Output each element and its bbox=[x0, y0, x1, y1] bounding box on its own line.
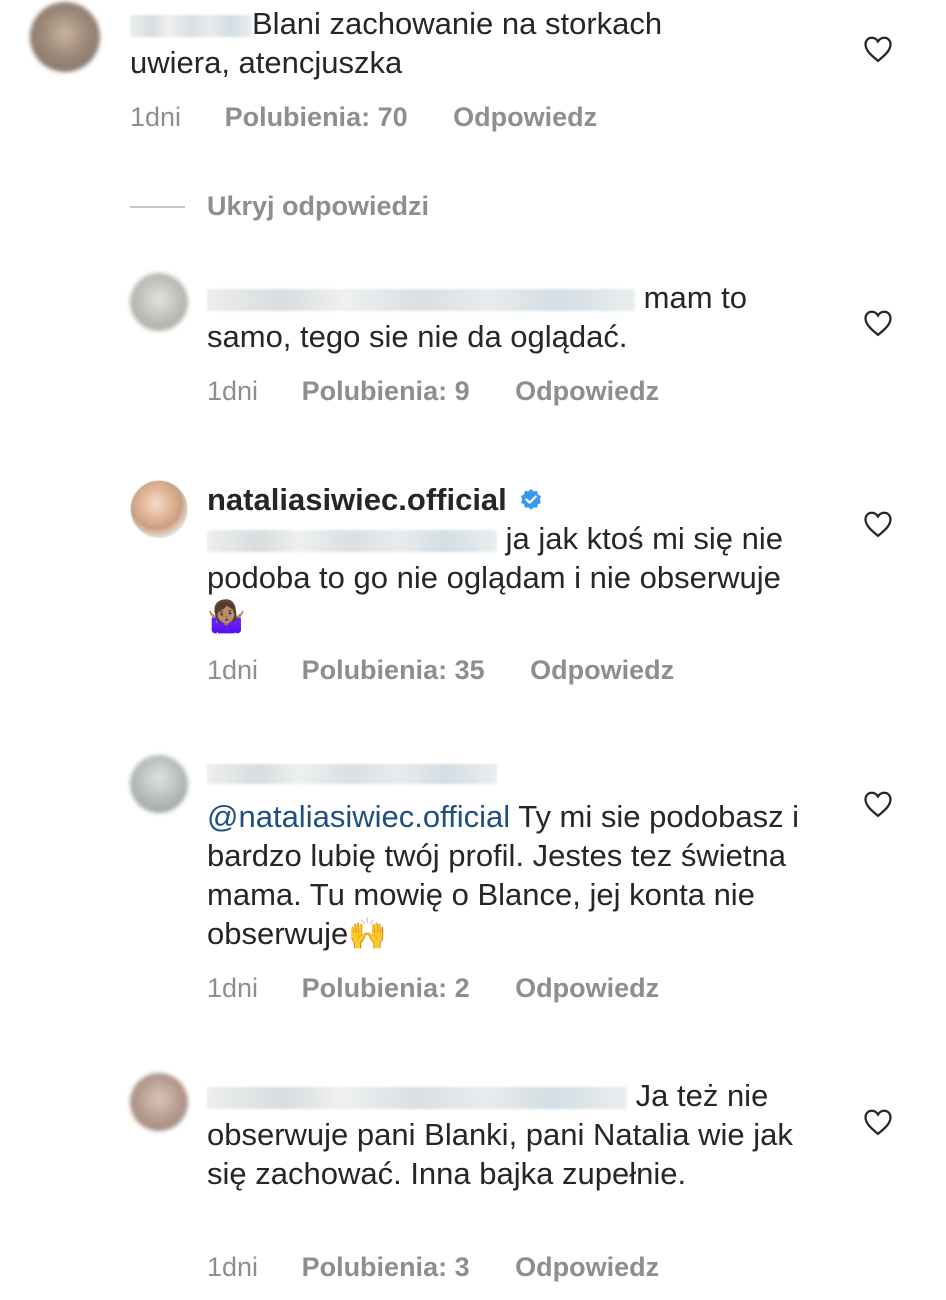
likes-count[interactable]: Polubienia: 3 bbox=[302, 1252, 470, 1282]
mention-link[interactable]: @nataliasiwiec.official bbox=[207, 799, 510, 834]
avatar[interactable] bbox=[130, 1073, 188, 1131]
reply-button[interactable]: Odpowiedz bbox=[515, 1252, 659, 1282]
heart-icon[interactable] bbox=[863, 35, 893, 63]
hide-replies-label[interactable]: Ukryj odpowiedzi bbox=[207, 191, 429, 222]
blurred-username[interactable] bbox=[130, 15, 252, 37]
likes-count[interactable]: Polubienia: 35 bbox=[302, 655, 485, 685]
blurred-username[interactable] bbox=[207, 764, 497, 784]
comment-meta: 1dni Polubienia: 70 Odpowiedz bbox=[130, 102, 597, 133]
comment-time: 1dni bbox=[207, 655, 259, 685]
verified-badge-icon bbox=[521, 489, 542, 510]
likes-count[interactable]: Polubienia: 9 bbox=[302, 376, 470, 406]
comment-meta: 1dni Polubienia: 9 Odpowiedz bbox=[207, 376, 659, 407]
comment-body: nataliasiwiec.official ja jak ktoś mi si… bbox=[207, 480, 807, 636]
comment-time: 1dni bbox=[207, 1252, 259, 1282]
blurred-username[interactable] bbox=[207, 1087, 627, 1109]
reply-button[interactable]: Odpowiedz bbox=[515, 376, 659, 406]
comment-body bbox=[207, 764, 807, 786]
heart-icon[interactable] bbox=[863, 309, 893, 337]
reply-button[interactable]: Odpowiedz bbox=[530, 655, 674, 685]
comment-meta: 1dni Polubienia: 3 Odpowiedz bbox=[207, 1252, 659, 1283]
divider-line bbox=[130, 206, 185, 208]
reply-button[interactable]: Odpowiedz bbox=[453, 102, 597, 132]
avatar[interactable] bbox=[30, 2, 100, 72]
heart-icon[interactable] bbox=[863, 790, 893, 818]
avatar[interactable] bbox=[130, 480, 188, 538]
avatar[interactable] bbox=[130, 273, 188, 331]
reply-button[interactable]: Odpowiedz bbox=[515, 973, 659, 1003]
comment-meta: 1dni Polubienia: 35 Odpowiedz bbox=[207, 655, 674, 686]
comment-time: 1dni bbox=[207, 973, 259, 1003]
likes-count[interactable]: Polubienia: 70 bbox=[225, 102, 408, 132]
likes-count[interactable]: Polubienia: 2 bbox=[302, 973, 470, 1003]
heart-icon[interactable] bbox=[863, 510, 893, 538]
comment-body: Blani zachowanie na storkach uwiera, ate… bbox=[130, 4, 750, 82]
comment-meta: 1dni Polubienia: 2 Odpowiedz bbox=[207, 973, 659, 1004]
heart-icon[interactable] bbox=[863, 1108, 893, 1136]
blurred-mention[interactable] bbox=[207, 530, 497, 552]
comment-text-block: @nataliasiwiec.official Ty mi sie podoba… bbox=[207, 797, 807, 953]
comment-time: 1dni bbox=[207, 376, 259, 406]
username[interactable]: nataliasiwiec.official bbox=[207, 482, 507, 517]
avatar[interactable] bbox=[130, 755, 188, 813]
comment-body: Ja też nie obserwuje pani Blanki, pani N… bbox=[207, 1076, 807, 1193]
comment-time: 1dni bbox=[130, 102, 182, 132]
comment-body: mam to samo, tego sie nie da oglądać. bbox=[207, 278, 797, 356]
blurred-username[interactable] bbox=[207, 289, 635, 311]
